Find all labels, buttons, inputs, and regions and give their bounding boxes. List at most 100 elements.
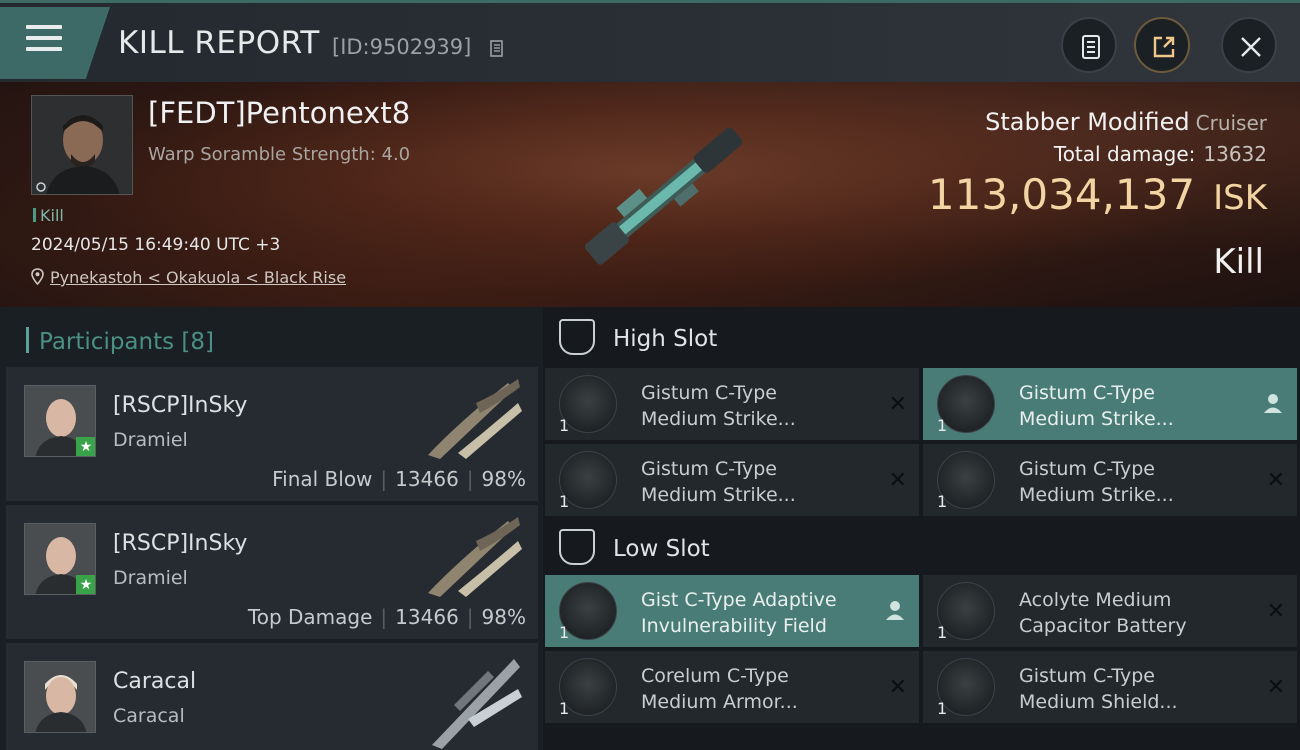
high-slot-header: High Slot bbox=[543, 307, 1300, 367]
module-name-line1: Gistum C-Type bbox=[641, 458, 777, 480]
participant-name: Caracal bbox=[113, 669, 197, 694]
victim-portrait[interactable] bbox=[31, 95, 133, 195]
module-name-line2: Capacitor Battery bbox=[1019, 615, 1187, 637]
participant-role: Final Blow bbox=[272, 467, 373, 491]
module-name: Gistum C-Type Medium Strike... bbox=[1019, 456, 1249, 508]
participants-header: Participants [8] bbox=[26, 327, 214, 355]
kill-tag: Kill bbox=[33, 206, 64, 225]
remove-x-icon[interactable]: ✕ bbox=[1267, 675, 1285, 700]
module-name-line2: Medium Strike... bbox=[1019, 484, 1174, 506]
module-item[interactable]: 1 Gistum C-Type Medium Strike... ✕ bbox=[923, 444, 1297, 516]
module-item[interactable]: 1 Gistum C-Type Medium Shield... ✕ bbox=[923, 651, 1297, 723]
kill-result: Kill bbox=[1213, 242, 1264, 282]
participant-name: [RSCP]InSky bbox=[113, 393, 248, 418]
participant-damage: 13466 bbox=[395, 467, 459, 491]
module-name: Gistum C-Type Medium Shield... bbox=[1019, 663, 1249, 715]
star-icon: ★ bbox=[76, 437, 95, 456]
clipboard-icon bbox=[1082, 35, 1100, 59]
kill-location[interactable]: Pynekastoh < Okakuola < Black Rise bbox=[31, 268, 346, 287]
participant-ship-image bbox=[428, 517, 522, 597]
participant-ship: Dramiel bbox=[113, 567, 188, 589]
close-button[interactable] bbox=[1221, 17, 1277, 73]
remove-x-icon[interactable]: ✕ bbox=[889, 468, 907, 493]
participant-ship: Dramiel bbox=[113, 429, 188, 451]
isk-unit: ISK bbox=[1213, 178, 1267, 218]
module-name: Gistum C-Type Medium Strike... bbox=[1019, 380, 1249, 432]
location-link[interactable]: Pynekastoh < Okakuola < Black Rise bbox=[50, 268, 346, 287]
module-name: Corelum C-Type Medium Armor... bbox=[641, 663, 871, 715]
participant-stats: Final Blow | 13466 | 98% bbox=[272, 467, 526, 491]
total-damage-value: 13632 bbox=[1203, 142, 1267, 166]
participant-role: Top Damage bbox=[247, 605, 373, 629]
remove-x-icon[interactable]: ✕ bbox=[1267, 599, 1285, 624]
participant-row[interactable]: ★ [RSCP]InSky Dramiel Top Damage | 13466 | 9… bbox=[6, 505, 538, 639]
copy-icon[interactable] bbox=[490, 38, 506, 58]
module-item[interactable]: 1 Gist C-Type Adaptive Invulnerability Fi… bbox=[545, 575, 919, 647]
low-slot-header: Low Slot bbox=[543, 517, 1300, 577]
module-name-line1: Corelum C-Type bbox=[641, 665, 789, 687]
fitting-panel: High Slot 1 Gistum C-Type Medium Strike..… bbox=[543, 307, 1300, 750]
share-icon bbox=[1153, 36, 1175, 58]
module-item[interactable]: 1 Gistum C-Type Medium Strike... ✕ bbox=[545, 368, 919, 440]
isk-amount: 113,034,137 bbox=[927, 170, 1196, 219]
module-item[interactable]: 1 Gistum C-Type Medium Strike... bbox=[923, 368, 1297, 440]
share-button[interactable] bbox=[1134, 17, 1190, 73]
star-icon: ★ bbox=[76, 575, 95, 594]
module-name-line1: Gist C-Type Adaptive bbox=[641, 589, 837, 611]
isk-value: 113,034,137 ISK bbox=[928, 170, 1267, 219]
total-damage-label: Total damage: bbox=[1053, 142, 1196, 166]
module-name-line2: Medium Armor... bbox=[641, 691, 798, 713]
total-damage: Total damage: 13632 bbox=[1054, 142, 1267, 166]
remove-x-icon[interactable]: ✕ bbox=[889, 675, 907, 700]
participant-row[interactable]: ★ [RSCP]InSky Dramiel Final Blow | 13466 | 9… bbox=[6, 367, 538, 501]
avatar[interactable] bbox=[24, 661, 96, 733]
module-name-line1: Gistum C-Type bbox=[1019, 382, 1155, 404]
module-name: Gistum C-Type Medium Strike... bbox=[641, 380, 871, 432]
module-item[interactable]: 1 Acolyte Medium Capacitor Battery ✕ bbox=[923, 575, 1297, 647]
kill-summary-banner: [FEDT]Pentonext8 Warp Soramble Strength:… bbox=[0, 82, 1300, 307]
report-id: [ID:9502939] bbox=[332, 35, 472, 59]
close-icon bbox=[1241, 37, 1261, 57]
module-qty: 1 bbox=[559, 623, 570, 642]
participant-stats: Top Damage | 13466 | 98% bbox=[247, 605, 526, 629]
remove-x-icon[interactable]: ✕ bbox=[889, 392, 907, 417]
module-name-line2: Medium Shield... bbox=[1019, 691, 1178, 713]
participant-percent: 98% bbox=[481, 605, 526, 629]
participant-ship-image bbox=[432, 659, 522, 749]
participant-row[interactable]: Caracal Caracal bbox=[6, 643, 538, 750]
menu-icon[interactable] bbox=[26, 25, 62, 53]
participant-percent: 98% bbox=[481, 467, 526, 491]
victim-subtitle: Warp Soramble Strength: 4.0 bbox=[148, 144, 411, 165]
high-slot-label: High Slot bbox=[613, 326, 718, 352]
page-title: KILL REPORT bbox=[118, 25, 320, 61]
user-icon[interactable] bbox=[1263, 392, 1283, 414]
ship-class: Cruiser bbox=[1195, 111, 1267, 135]
module-item[interactable]: 1 Gistum C-Type Medium Strike... ✕ bbox=[545, 444, 919, 516]
user-icon[interactable] bbox=[885, 599, 905, 621]
module-name-line1: Gistum C-Type bbox=[1019, 665, 1155, 687]
ship-type: Stabber Modified Cruiser bbox=[985, 108, 1267, 136]
participant-ship-image bbox=[428, 379, 522, 459]
module-name-line1: Acolyte Medium bbox=[1019, 589, 1172, 611]
location-pin-icon bbox=[31, 268, 44, 286]
header-bar: KILL REPORT [ID:9502939] bbox=[0, 0, 1300, 82]
avatar[interactable]: ★ bbox=[24, 385, 96, 457]
avatar[interactable]: ★ bbox=[24, 523, 96, 595]
module-name-line2: Medium Strike... bbox=[1019, 408, 1174, 430]
participants-panel: Participants [8] ★ [RSCP]InSky Dramiel F… bbox=[0, 307, 543, 750]
module-qty: 1 bbox=[559, 416, 570, 435]
low-slot-label: Low Slot bbox=[613, 536, 710, 562]
participants-count: [8] bbox=[181, 329, 215, 355]
low-slot-icon bbox=[559, 529, 595, 565]
module-item[interactable]: 1 Corelum C-Type Medium Armor... ✕ bbox=[545, 651, 919, 723]
participant-name: [RSCP]InSky bbox=[113, 531, 248, 556]
module-qty: 1 bbox=[559, 492, 570, 511]
module-name-line1: Gistum C-Type bbox=[1019, 458, 1155, 480]
remove-x-icon[interactable]: ✕ bbox=[1267, 468, 1285, 493]
participant-damage: 13466 bbox=[395, 605, 459, 629]
module-qty: 1 bbox=[937, 699, 948, 718]
clipboard-button[interactable] bbox=[1061, 17, 1117, 73]
module-name: Gist C-Type Adaptive Invulnerability Fiel… bbox=[641, 587, 871, 639]
module-name: Acolyte Medium Capacitor Battery bbox=[1019, 587, 1249, 639]
module-name-line2: Invulnerability Field bbox=[641, 615, 827, 637]
